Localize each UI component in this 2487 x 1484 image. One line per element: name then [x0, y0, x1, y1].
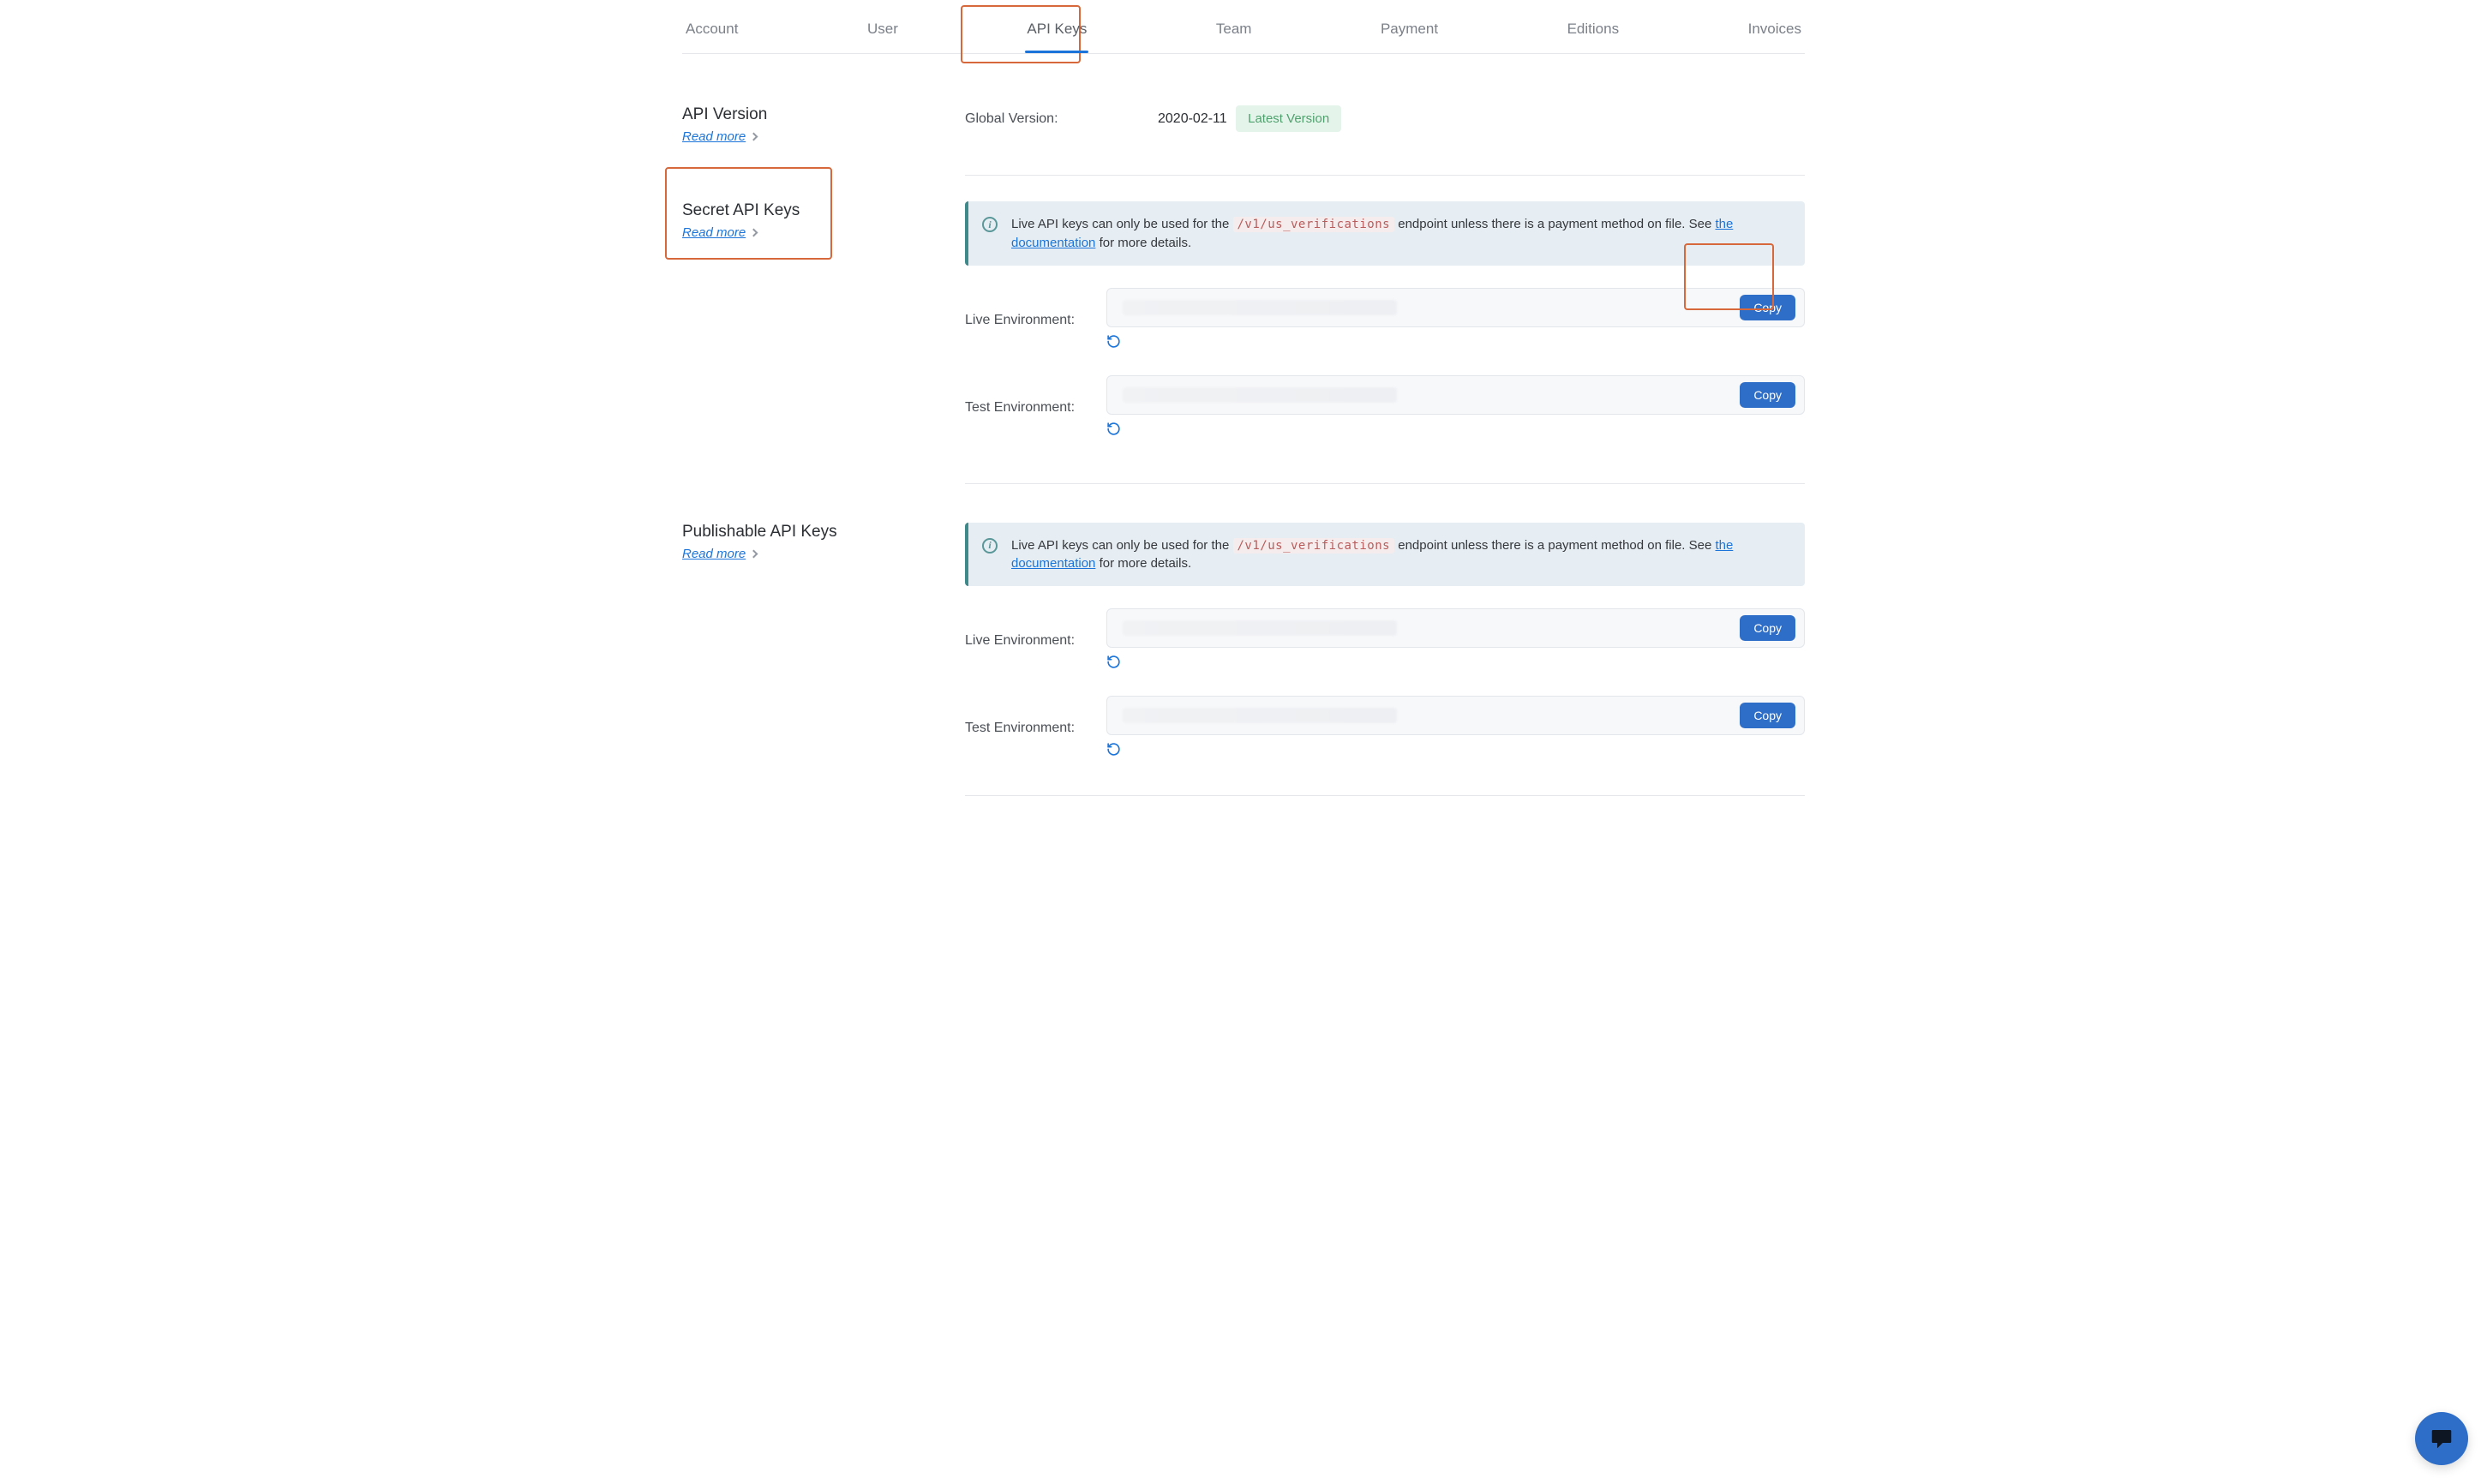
- read-more-label: Read more: [682, 547, 746, 561]
- refresh-icon[interactable]: [1106, 422, 1121, 436]
- live-secret-key-field[interactable]: Copy: [1106, 288, 1805, 327]
- refresh-icon[interactable]: [1106, 655, 1121, 669]
- publishable-keys-info-callout: i Live API keys can only be used for the…: [965, 523, 1805, 587]
- tab-user[interactable]: User: [864, 15, 902, 53]
- tab-team[interactable]: Team: [1213, 15, 1255, 53]
- secret-keys-title: Secret API Keys: [682, 201, 965, 220]
- redacted-key: [1123, 300, 1397, 315]
- copy-test-publishable-button[interactable]: Copy: [1740, 703, 1795, 728]
- read-more-label: Read more: [682, 129, 746, 144]
- info-icon: i: [982, 217, 998, 232]
- refresh-icon[interactable]: [1106, 334, 1121, 349]
- api-version-title: API Version: [682, 105, 965, 124]
- divider: [965, 483, 1805, 484]
- chat-bubble-icon: [2429, 1426, 2454, 1451]
- latest-version-badge: Latest Version: [1236, 105, 1341, 132]
- global-version-label: Global Version:: [965, 111, 1106, 127]
- tab-payment[interactable]: Payment: [1377, 15, 1441, 53]
- tabs-nav: Account User API Keys Team Payment Editi…: [682, 0, 1805, 54]
- copy-live-secret-button[interactable]: Copy: [1740, 295, 1795, 320]
- global-version-date: 2020-02-11: [1158, 111, 1227, 126]
- test-env-label: Test Environment:: [965, 721, 1106, 736]
- live-env-label: Live Environment:: [965, 633, 1106, 649]
- read-more-label: Read more: [682, 225, 746, 240]
- info-code: /v1/us_verifications: [1233, 217, 1395, 232]
- tab-editions[interactable]: Editions: [1564, 15, 1622, 53]
- info-text: Live API keys can only be used for the /…: [1011, 536, 1788, 573]
- copy-live-publishable-button[interactable]: Copy: [1740, 615, 1795, 641]
- divider: [965, 795, 1805, 796]
- chevron-right-icon: [750, 549, 758, 558]
- redacted-key: [1123, 387, 1397, 403]
- redacted-key: [1123, 708, 1397, 723]
- tab-account[interactable]: Account: [682, 15, 741, 53]
- redacted-key: [1123, 620, 1397, 636]
- info-text: Live API keys can only be used for the /…: [1011, 215, 1788, 252]
- chevron-right-icon: [750, 133, 758, 141]
- chevron-right-icon: [750, 229, 758, 237]
- test-publishable-key-field[interactable]: Copy: [1106, 696, 1805, 735]
- secret-keys-info-callout: i Live API keys can only be used for the…: [965, 201, 1805, 266]
- live-publishable-key-field[interactable]: Copy: [1106, 608, 1805, 648]
- info-code: /v1/us_verifications: [1233, 538, 1395, 554]
- divider: [965, 175, 1805, 176]
- info-icon: i: [982, 538, 998, 554]
- api-version-read-more[interactable]: Read more: [682, 129, 757, 144]
- test-secret-key-field[interactable]: Copy: [1106, 375, 1805, 415]
- copy-test-secret-button[interactable]: Copy: [1740, 382, 1795, 408]
- chat-button[interactable]: [2415, 1412, 2468, 1465]
- live-env-label: Live Environment:: [965, 313, 1106, 328]
- secret-keys-read-more[interactable]: Read more: [682, 225, 757, 240]
- tab-invoices[interactable]: Invoices: [1745, 15, 1805, 53]
- test-env-label: Test Environment:: [965, 400, 1106, 416]
- publishable-keys-title: Publishable API Keys: [682, 523, 965, 542]
- tab-api-keys[interactable]: API Keys: [1023, 15, 1090, 53]
- publishable-keys-read-more[interactable]: Read more: [682, 547, 757, 561]
- refresh-icon[interactable]: [1106, 742, 1121, 757]
